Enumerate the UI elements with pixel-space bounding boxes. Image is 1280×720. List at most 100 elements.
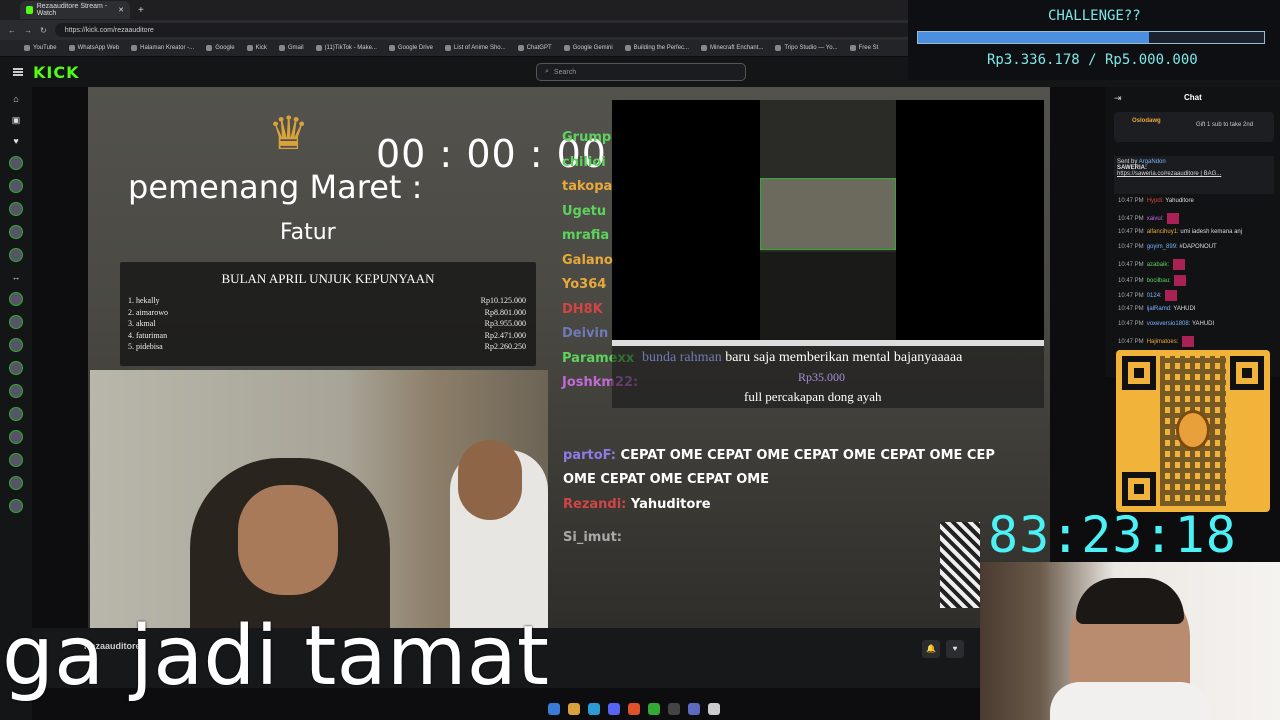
- recommended-icon[interactable]: ↔: [10, 271, 22, 283]
- chat-text: YAHUDI: [1191, 321, 1215, 327]
- chat-username[interactable]: ijalRamd:: [1147, 306, 1174, 312]
- sidebar-avatar[interactable]: [9, 453, 23, 467]
- sidebar-avatar[interactable]: [9, 407, 23, 421]
- chat-text: Yahuditore: [1165, 198, 1194, 204]
- sidebar-avatar[interactable]: [9, 292, 23, 306]
- sidebar-avatar[interactable]: [9, 315, 23, 329]
- ranking-amount: Rp8.801.000: [484, 307, 526, 317]
- media-icon[interactable]: [648, 703, 660, 715]
- donation-line: bunda rahman baru saja memberikan mental…: [642, 350, 962, 366]
- chat-username[interactable]: 0124:: [1147, 293, 1164, 299]
- overlay-chat-line: OME CEPAT OME CEPAT OME: [563, 472, 769, 487]
- sidebar-avatar[interactable]: [9, 499, 23, 513]
- ranking-amount: Rp10.125.000: [480, 296, 526, 305]
- bookmark-label: Kick: [255, 45, 267, 51]
- bookmark-label: Building the Perfec...: [633, 45, 690, 51]
- emote-icon: [1165, 290, 1178, 301]
- edge-icon[interactable]: [588, 703, 600, 715]
- chat-timestamp: 10:47 PM: [1118, 306, 1144, 312]
- emote-icon: [1174, 275, 1187, 286]
- chat-username[interactable]: bocilbau:: [1147, 278, 1173, 284]
- bookmark-item[interactable]: Tripo Studio — Yo...: [775, 45, 838, 51]
- chat-timestamp: 10:47 PM: [1118, 293, 1144, 300]
- bookmark-item[interactable]: Google Drive: [388, 45, 433, 51]
- chat-message: 10:47 PM voxeversio1808: YAHUDI: [1118, 321, 1214, 327]
- obs-icon[interactable]: [668, 703, 680, 715]
- bookmark-item[interactable]: Google: [206, 45, 235, 51]
- chat-username[interactable]: goyim_899:: [1147, 244, 1180, 250]
- sidebar-avatar[interactable]: [9, 248, 23, 262]
- following-icon[interactable]: ♥: [10, 135, 22, 147]
- emote-icon: [1167, 213, 1180, 224]
- back-icon[interactable]: ←: [8, 26, 16, 35]
- chat-timestamp: 10:47 PM: [1118, 216, 1144, 223]
- kick-logo[interactable]: KICK: [33, 63, 80, 82]
- bookmark-item[interactable]: Google Gemini: [563, 45, 613, 51]
- bookmark-item[interactable]: Gmail: [278, 45, 304, 51]
- brave-icon[interactable]: [628, 703, 640, 715]
- chat-username[interactable]: azabaik:: [1147, 262, 1171, 268]
- bookmark-item[interactable]: Halaman Kreator -...: [131, 45, 194, 51]
- browser-tab[interactable]: Rezaauditore Stream - Watch ✕: [20, 1, 130, 19]
- bookmark-item[interactable]: List of Anime Sho...: [444, 45, 506, 51]
- ranking-amount: Rp2.260.250: [484, 342, 526, 351]
- sidebar-avatar[interactable]: [9, 476, 23, 490]
- collapse-chat-icon[interactable]: ⇥: [1114, 93, 1122, 104]
- bookmark-item[interactable]: (11)TikTok - Make...: [315, 45, 377, 51]
- sidebar-avatar[interactable]: [9, 202, 23, 216]
- bookmark-label: Free St: [858, 45, 879, 51]
- chat-username[interactable]: voxeversio1808:: [1147, 321, 1192, 327]
- bookmark-label: List of Anime Sho...: [453, 45, 506, 51]
- sidebar-avatar[interactable]: [9, 384, 23, 398]
- app-icon[interactable]: [688, 703, 700, 715]
- sidebar-avatar[interactable]: [9, 179, 23, 193]
- notification-bell-icon[interactable]: 🔔: [922, 640, 940, 658]
- app-icon[interactable]: [708, 703, 720, 715]
- discord-icon[interactable]: [608, 703, 620, 715]
- pinned-gift[interactable]: Oslodawg Gift 1 sub to take 2nd: [1114, 112, 1274, 142]
- sidebar-avatar[interactable]: [9, 338, 23, 352]
- donation-message: full percakapan dong ayah: [744, 389, 882, 404]
- bookmark-item[interactable]: ChatGPT: [517, 45, 552, 51]
- sidebar-avatar[interactable]: [9, 156, 23, 170]
- bookmark-favicon-icon: [517, 45, 524, 51]
- overlay-chat-username: Deivin: [562, 326, 609, 341]
- countdown-timer: 83:23:18: [988, 506, 1237, 564]
- file-explorer-icon[interactable]: [568, 703, 580, 715]
- new-tab-button[interactable]: +: [138, 5, 144, 16]
- saweria-link[interactable]: https://saweria.co/rezaauditore | BAG...: [1117, 171, 1271, 177]
- sidebar-avatar[interactable]: [9, 225, 23, 239]
- bookmark-item[interactable]: Building the Perfec...: [624, 45, 690, 51]
- chat-username[interactable]: xaivui:: [1147, 216, 1166, 222]
- ranking-amount: Rp2.471.000: [484, 330, 526, 340]
- bookmark-item[interactable]: Minecraft Enchant...: [701, 45, 763, 51]
- chat-username[interactable]: alfancihuy1:: [1147, 229, 1181, 235]
- chat-username[interactable]: Hajimatoes:: [1147, 339, 1180, 345]
- bookmark-item[interactable]: YouTube: [24, 45, 57, 51]
- search-placeholder: Search: [553, 68, 577, 76]
- follow-heart-icon[interactable]: ♥: [946, 640, 964, 658]
- reload-icon[interactable]: ↻: [40, 26, 47, 35]
- windows-start-icon[interactable]: [548, 703, 560, 715]
- menu-icon[interactable]: [13, 68, 23, 76]
- overlay-chat-user: partoF:: [563, 448, 621, 463]
- close-icon[interactable]: ✕: [118, 6, 124, 14]
- browse-icon[interactable]: ▣: [10, 114, 22, 126]
- crown-icon: ♛: [268, 107, 310, 159]
- sidebar-avatar[interactable]: [9, 430, 23, 444]
- emote-icon: [1182, 336, 1195, 347]
- chat-username[interactable]: Hypdi:: [1147, 198, 1166, 204]
- home-icon[interactable]: ⌂: [10, 93, 22, 105]
- sidebar-avatar[interactable]: [9, 361, 23, 375]
- search-input[interactable]: ⌕ Search: [536, 63, 746, 81]
- bookmark-item[interactable]: Free St: [849, 45, 879, 51]
- ranking-board: BULAN APRIL UNJUK KEPUNYAAN 1. hekally Rp…: [120, 262, 536, 366]
- forward-icon[interactable]: →: [24, 26, 32, 35]
- bookmark-item[interactable]: WhatsApp Web: [68, 45, 119, 51]
- chat-message: 10:47 PM 0124:: [1118, 290, 1178, 301]
- ranking-row: 3. akmal Rp3.955.000: [120, 318, 536, 330]
- bookmark-favicon-icon: [68, 45, 75, 51]
- bookmark-item[interactable]: Kick: [246, 45, 267, 51]
- url-input[interactable]: https://kick.com/rezaauditore: [54, 23, 915, 37]
- chat-timestamp: 10:47 PM: [1118, 278, 1144, 285]
